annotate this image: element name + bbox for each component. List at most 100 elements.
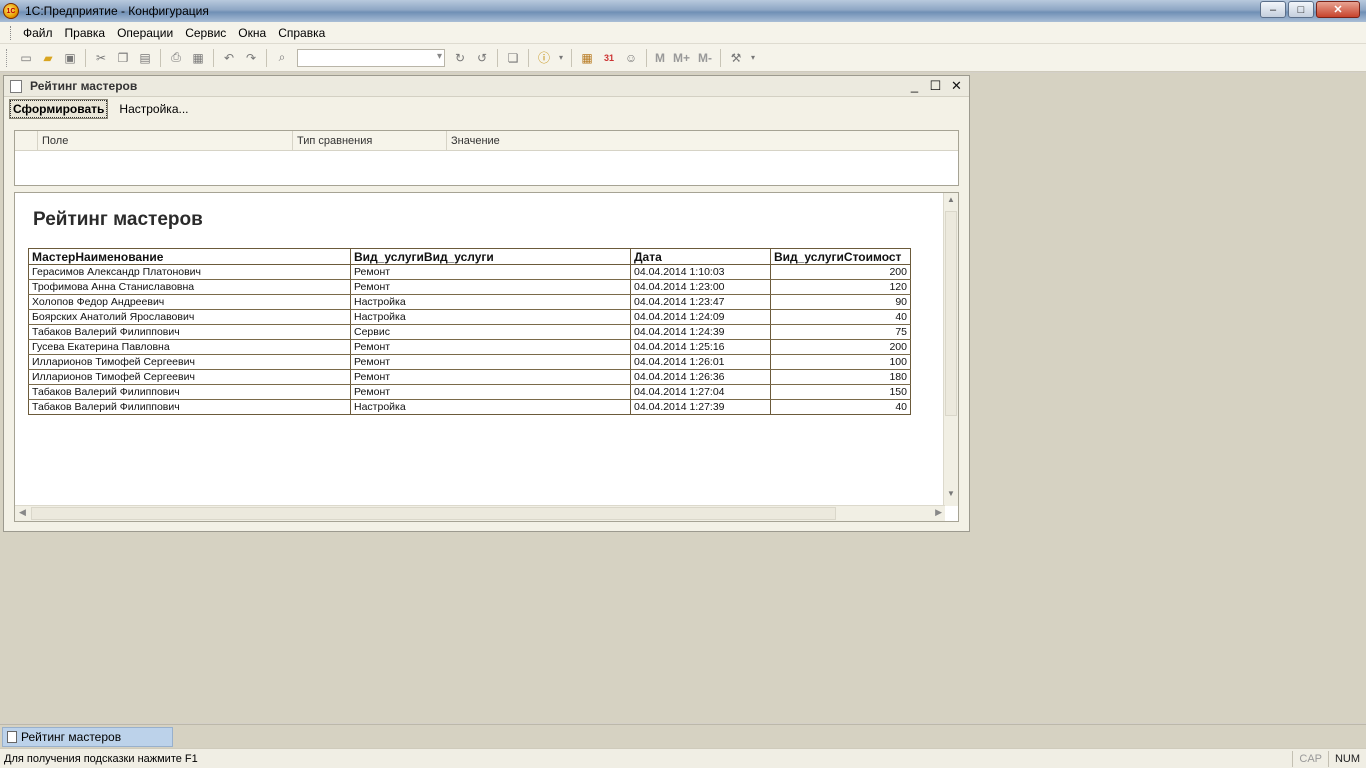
cell-cost[interactable]: 75 <box>770 324 911 340</box>
cell-master[interactable]: Илларионов Тимофей Сергеевич <box>28 369 351 385</box>
cell-service[interactable]: Настройка <box>350 399 631 415</box>
report-spreadsheet[interactable]: Рейтинг мастеров МастерНаименование Вид_… <box>14 192 959 522</box>
find-previous-icon[interactable]: ↺ <box>473 49 491 67</box>
menubar-grip[interactable] <box>10 25 13 40</box>
cell-master[interactable]: Табаков Валерий Филиппович <box>28 399 351 415</box>
scroll-up-icon[interactable]: ▲ <box>944 195 958 210</box>
maximize-button[interactable]: □ <box>1288 1 1314 18</box>
windows-icon[interactable]: ❏ <box>504 49 522 67</box>
open-folder-icon[interactable]: ▰ <box>39 49 57 67</box>
cut-icon[interactable]: ✂ <box>92 49 110 67</box>
cell-date[interactable]: 04.04.2014 1:27:39 <box>630 399 771 415</box>
horizontal-scroll-thumb[interactable] <box>31 507 836 520</box>
settings-button[interactable]: Настройка... <box>119 102 188 116</box>
cell-date[interactable]: 04.04.2014 1:23:00 <box>630 279 771 295</box>
cell-cost[interactable]: 200 <box>770 339 911 355</box>
cell-master[interactable]: Илларионов Тимофей Сергеевич <box>28 354 351 370</box>
cell-service[interactable]: Сервис <box>350 324 631 340</box>
minimize-button[interactable]: – <box>1260 1 1286 18</box>
memory-minus-button[interactable]: M- <box>698 51 712 65</box>
menu-service[interactable]: Сервис <box>179 26 232 40</box>
calendar-icon[interactable]: 31 <box>600 49 618 67</box>
cell-date[interactable]: 04.04.2014 1:10:03 <box>630 264 771 280</box>
cell-service[interactable]: Ремонт <box>350 339 631 355</box>
memory-button[interactable]: M <box>655 51 665 65</box>
save-icon[interactable]: ▣ <box>61 49 79 67</box>
report-maximize-icon[interactable]: ☐ <box>929 78 942 94</box>
filter-table[interactable]: Поле Тип сравнения Значение <box>14 130 959 186</box>
menu-windows[interactable]: Окна <box>232 26 272 40</box>
cell-service[interactable]: Ремонт <box>350 264 631 280</box>
cell-date[interactable]: 04.04.2014 1:26:01 <box>630 354 771 370</box>
filter-column-field[interactable]: Поле <box>38 131 293 150</box>
cell-master[interactable]: Трофимова Анна Станиславовна <box>28 279 351 295</box>
column-header-service[interactable]: Вид_услугиВид_услуги <box>350 248 631 265</box>
generate-button[interactable]: Сформировать <box>8 99 109 119</box>
cell-date[interactable]: 04.04.2014 1:23:47 <box>630 294 771 310</box>
cell-cost[interactable]: 40 <box>770 309 911 325</box>
tools-icon[interactable]: ⚒ <box>727 49 745 67</box>
paste-icon[interactable]: ▤ <box>136 49 154 67</box>
cell-master[interactable]: Гусева Екатерина Павловна <box>28 339 351 355</box>
cell-master[interactable]: Табаков Валерий Филиппович <box>28 324 351 340</box>
column-header-master[interactable]: МастерНаименование <box>28 248 351 265</box>
print-icon[interactable]: ⎙ <box>167 49 185 67</box>
horizontal-scrollbar[interactable]: ◀ ▶ <box>15 505 945 521</box>
cell-service[interactable]: Ремонт <box>350 279 631 295</box>
vertical-scrollbar[interactable]: ▲ ▼ <box>943 193 958 506</box>
cell-date[interactable]: 04.04.2014 1:25:16 <box>630 339 771 355</box>
menu-help[interactable]: Справка <box>272 26 331 40</box>
chevron-down-icon[interactable]: ▾ <box>749 49 757 67</box>
cell-service[interactable]: Настройка <box>350 294 631 310</box>
cell-service[interactable]: Ремонт <box>350 384 631 400</box>
cell-cost[interactable]: 120 <box>770 279 911 295</box>
cell-master[interactable]: Табаков Валерий Филиппович <box>28 384 351 400</box>
cell-service[interactable]: Ремонт <box>350 369 631 385</box>
search-combo[interactable] <box>297 48 445 67</box>
memory-plus-button[interactable]: M+ <box>673 51 690 65</box>
menu-file[interactable]: Файл <box>17 26 59 40</box>
cell-master[interactable]: Герасимов Александр Платонович <box>28 264 351 280</box>
search-icon[interactable]: ⌕ <box>273 49 291 67</box>
cell-date[interactable]: 04.04.2014 1:27:04 <box>630 384 771 400</box>
window-tab-report[interactable]: Рейтинг мастеров <box>2 727 173 747</box>
users-icon[interactable]: ☺ <box>622 49 640 67</box>
cell-cost[interactable]: 200 <box>770 264 911 280</box>
scroll-left-icon[interactable]: ◀ <box>19 507 26 518</box>
cell-date[interactable]: 04.04.2014 1:26:36 <box>630 369 771 385</box>
undo-icon[interactable]: ↶ <box>220 49 238 67</box>
filter-column-value[interactable]: Значение <box>447 131 958 150</box>
cell-master[interactable]: Холопов Федор Андреевич <box>28 294 351 310</box>
menu-edit[interactable]: Правка <box>59 26 112 40</box>
cell-date[interactable]: 04.04.2014 1:24:39 <box>630 324 771 340</box>
report-minimize-icon[interactable]: _ <box>908 78 921 94</box>
close-button[interactable]: ✕ <box>1316 1 1360 18</box>
vertical-scroll-thumb[interactable] <box>945 211 957 416</box>
column-header-date[interactable]: Дата <box>630 248 771 265</box>
cell-cost[interactable]: 100 <box>770 354 911 370</box>
calculator-icon[interactable]: ▦ <box>578 49 596 67</box>
cell-cost[interactable]: 40 <box>770 399 911 415</box>
menu-operations[interactable]: Операции <box>111 26 179 40</box>
print-preview-icon[interactable]: ▦ <box>189 49 207 67</box>
report-close-icon[interactable]: ✕ <box>950 78 963 94</box>
filter-column-comparison[interactable]: Тип сравнения <box>293 131 447 150</box>
redo-icon[interactable]: ↷ <box>242 49 260 67</box>
scroll-right-icon[interactable]: ▶ <box>935 507 942 518</box>
info-icon[interactable]: ⓘ <box>535 49 553 67</box>
cell-service[interactable]: Ремонт <box>350 354 631 370</box>
cell-cost[interactable]: 180 <box>770 369 911 385</box>
cell-date[interactable]: 04.04.2014 1:24:09 <box>630 309 771 325</box>
main-toolbar: ▭ ▰ ▣ ✂ ❐ ▤ ⎙ ▦ ↶ ↷ ⌕ ↻ ↺ ❏ ⓘ ▾ ▦ 31 ☺ M… <box>0 44 1366 72</box>
new-document-icon[interactable]: ▭ <box>17 49 35 67</box>
toolbar-grip[interactable] <box>6 48 9 67</box>
cell-cost[interactable]: 150 <box>770 384 911 400</box>
find-next-icon[interactable]: ↻ <box>451 49 469 67</box>
scroll-down-icon[interactable]: ▼ <box>944 489 958 504</box>
cell-cost[interactable]: 90 <box>770 294 911 310</box>
chevron-down-icon[interactable]: ▾ <box>557 49 565 67</box>
cell-master[interactable]: Боярских Анатолий Ярославович <box>28 309 351 325</box>
column-header-cost[interactable]: Вид_услугиСтоимост <box>770 248 911 265</box>
copy-icon[interactable]: ❐ <box>114 49 132 67</box>
cell-service[interactable]: Настройка <box>350 309 631 325</box>
